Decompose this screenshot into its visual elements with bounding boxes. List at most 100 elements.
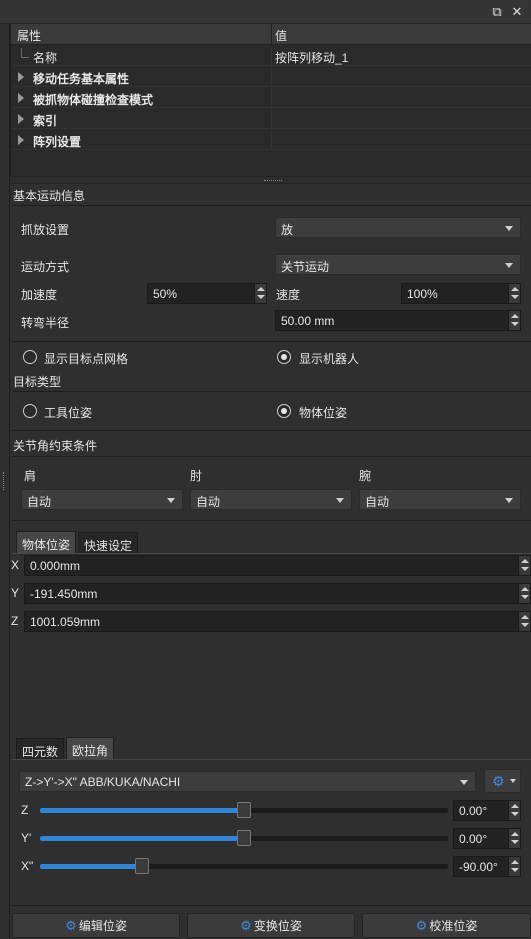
- spin-down-icon[interactable]: [511, 295, 519, 299]
- tree-row-label: 名称: [33, 51, 58, 65]
- spin-buttons[interactable]: [508, 311, 520, 330]
- shoulder-label: 肩: [24, 469, 37, 483]
- expand-arrow-icon[interactable]: [18, 93, 24, 103]
- z-rot-slider-handle[interactable]: [237, 802, 251, 818]
- acceleration-spinbox[interactable]: 50%: [147, 283, 267, 304]
- tree-row-label: 移动任务基本属性: [33, 72, 130, 86]
- edit-pose-label: 编辑位姿: [78, 919, 127, 933]
- spin-down-icon[interactable]: [521, 595, 529, 599]
- spin-up-icon[interactable]: [257, 287, 265, 291]
- x-rot-slider[interactable]: [40, 858, 448, 874]
- expand-arrow-icon[interactable]: [18, 135, 24, 145]
- chevron-down-icon: [505, 226, 513, 231]
- spin-up-icon[interactable]: [511, 314, 519, 318]
- x-rot-slider-handle[interactable]: [135, 858, 149, 874]
- x-rot-spinbox[interactable]: -90.00°: [453, 856, 521, 877]
- object-pose-radio[interactable]: [277, 404, 291, 418]
- pick-place-value: 放: [281, 223, 294, 237]
- spin-buttons[interactable]: [254, 284, 266, 303]
- speed-spinbox[interactable]: 100%: [401, 283, 521, 304]
- dock-grip-handle[interactable]: [3, 472, 7, 490]
- shoulder-select[interactable]: 自动: [21, 489, 183, 510]
- z-label: Z: [11, 614, 19, 628]
- show-grid-radio[interactable]: [23, 350, 37, 364]
- motion-mode-select[interactable]: 关节运动: [275, 254, 521, 275]
- y-rot-spinbox[interactable]: 0.00°: [453, 828, 521, 849]
- spin-down-icon[interactable]: [511, 322, 519, 326]
- tree-row-array-settings[interactable]: 阵列设置: [11, 130, 531, 150]
- spin-buttons[interactable]: [518, 612, 530, 631]
- expand-arrow-icon[interactable]: [18, 114, 24, 124]
- tool-pose-radio[interactable]: [23, 404, 37, 418]
- tree-row-value[interactable]: 按阵列移动_1: [275, 49, 348, 66]
- x-label: X: [11, 558, 20, 572]
- spin-up-icon[interactable]: [521, 615, 529, 619]
- tree-row-index[interactable]: 索引: [11, 109, 531, 129]
- tree-row-name[interactable]: 名称 按阵列移动_1: [11, 46, 531, 66]
- x-rot-value: -90.00°: [459, 860, 498, 874]
- spin-up-icon[interactable]: [521, 587, 529, 591]
- tool-pose-label[interactable]: 工具位姿: [44, 404, 92, 421]
- spin-buttons[interactable]: [508, 801, 520, 820]
- tab-object-pose[interactable]: 物体位姿: [16, 531, 77, 553]
- y-position-spinbox[interactable]: -191.450mm: [24, 583, 531, 604]
- calibrate-pose-button[interactable]: ⚙ 校准位姿: [362, 913, 531, 938]
- show-robot-radio[interactable]: [277, 350, 291, 364]
- wrist-select[interactable]: 自动: [359, 489, 521, 510]
- spin-buttons[interactable]: [518, 556, 530, 575]
- tab-quaternion[interactable]: 四元数: [16, 738, 65, 760]
- expand-arrow-icon[interactable]: [18, 72, 24, 82]
- spin-buttons[interactable]: [508, 284, 520, 303]
- y-label: Y: [11, 586, 20, 600]
- spin-up-icon[interactable]: [511, 804, 519, 808]
- z-rot-slider[interactable]: [40, 802, 448, 818]
- show-grid-label[interactable]: 显示目标点网格: [44, 350, 128, 367]
- tree-row-label: 被抓物体碰撞检查模式: [33, 93, 154, 107]
- spin-buttons[interactable]: [508, 829, 520, 848]
- spin-buttons[interactable]: [508, 857, 520, 876]
- z-rot-spinbox[interactable]: 0.00°: [453, 800, 521, 821]
- euler-settings-button[interactable]: ⚙: [484, 769, 521, 793]
- tab-quick-settings[interactable]: 快速设定: [78, 532, 139, 554]
- object-pose-label[interactable]: 物体位姿: [299, 404, 347, 421]
- y-rot-slider-handle[interactable]: [237, 830, 251, 846]
- spin-up-icon[interactable]: [511, 287, 519, 291]
- spin-down-icon[interactable]: [511, 868, 519, 872]
- tree-row-label: 阵列设置: [33, 135, 82, 149]
- transform-pose-button[interactable]: ⚙ 变换位姿: [187, 913, 355, 938]
- speed-label: 速度: [276, 288, 301, 302]
- spin-up-icon[interactable]: [511, 860, 519, 864]
- col-property-header[interactable]: 属性: [17, 27, 41, 44]
- close-icon[interactable]: ✕: [510, 5, 524, 19]
- restore-icon[interactable]: ⧉: [490, 5, 504, 19]
- y-rot-slider[interactable]: [40, 830, 448, 846]
- spin-down-icon[interactable]: [511, 812, 519, 816]
- tree-header: 属性 值: [11, 24, 531, 45]
- panel-title-bar: ⧉ ✕: [0, 0, 531, 24]
- pick-place-select[interactable]: 放: [275, 217, 521, 238]
- col-value-header[interactable]: 值: [275, 27, 287, 44]
- gear-icon: ⚙: [65, 918, 77, 933]
- euler-convention-select[interactable]: Z->Y'->X" ABB/KUKA/NACHI: [19, 771, 476, 792]
- spin-up-icon[interactable]: [521, 559, 529, 563]
- tree-row-collision-check[interactable]: 被抓物体碰撞检查模式: [11, 88, 531, 108]
- chevron-down-icon: [460, 780, 468, 785]
- spin-down-icon[interactable]: [511, 840, 519, 844]
- elbow-select[interactable]: 自动: [190, 489, 352, 510]
- motion-mode-value: 关节运动: [281, 260, 330, 274]
- show-robot-label[interactable]: 显示机器人: [299, 350, 359, 367]
- panel-splitter[interactable]: [10, 176, 531, 184]
- x-rot-label: X": [21, 859, 34, 873]
- spin-buttons[interactable]: [518, 584, 530, 603]
- spin-down-icon[interactable]: [521, 567, 529, 571]
- wrist-value: 自动: [365, 495, 390, 509]
- spin-down-icon[interactable]: [521, 623, 529, 627]
- x-position-spinbox[interactable]: 0.000mm: [24, 555, 531, 576]
- edit-pose-button[interactable]: ⚙ 编辑位姿: [12, 913, 180, 938]
- blend-radius-spinbox[interactable]: 50.00 mm: [275, 310, 521, 331]
- tree-row-motion-basic[interactable]: 移动任务基本属性: [11, 67, 531, 87]
- spin-up-icon[interactable]: [511, 832, 519, 836]
- tab-euler[interactable]: 欧拉角: [66, 737, 115, 759]
- z-position-spinbox[interactable]: 1001.059mm: [24, 611, 531, 632]
- spin-down-icon[interactable]: [257, 295, 265, 299]
